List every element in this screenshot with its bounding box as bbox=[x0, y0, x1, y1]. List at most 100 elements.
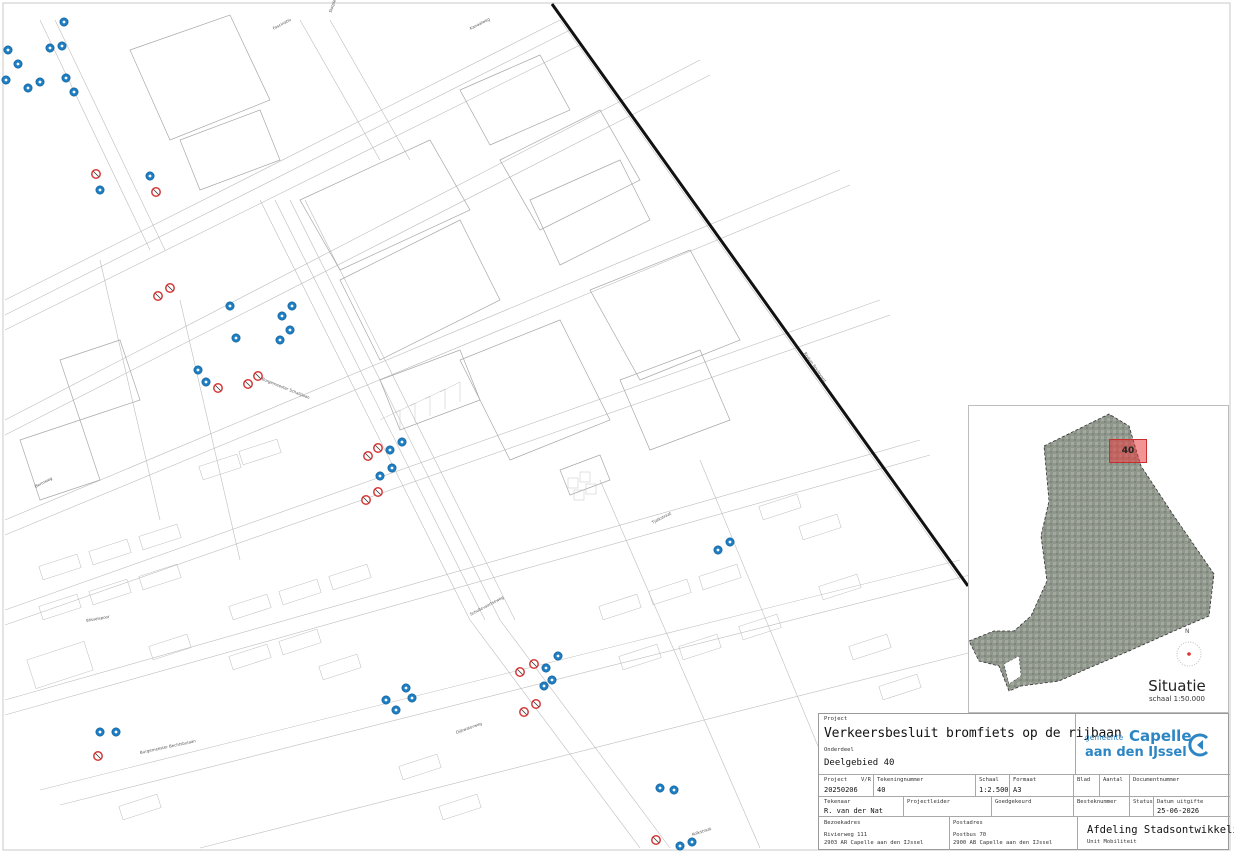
mandatory-sign-icon[interactable] bbox=[275, 335, 285, 345]
prohibition-sign-icon[interactable] bbox=[361, 495, 371, 505]
unit-name: Unit Mobiliteit bbox=[1087, 839, 1137, 845]
divider bbox=[819, 796, 1230, 797]
divider bbox=[903, 796, 904, 816]
divider bbox=[1099, 774, 1100, 796]
mandatory-sign-icon[interactable] bbox=[713, 545, 723, 555]
visit-address-line1: Rivierweg 111 bbox=[824, 832, 868, 838]
mandatory-sign-icon[interactable] bbox=[61, 73, 71, 83]
divider bbox=[873, 774, 874, 796]
prohibition-sign-icon[interactable] bbox=[213, 383, 223, 393]
mandatory-sign-icon[interactable] bbox=[539, 681, 549, 691]
mandatory-sign-icon[interactable] bbox=[407, 693, 417, 703]
mandatory-sign-icon[interactable] bbox=[547, 675, 557, 685]
situation-inset: 40 N Situatie schaal 1:50.000 bbox=[968, 405, 1229, 713]
divider bbox=[819, 816, 1230, 817]
specification-label: Besteknummer bbox=[1077, 799, 1117, 805]
mandatory-sign-icon[interactable] bbox=[23, 83, 33, 93]
prohibition-sign-icon[interactable] bbox=[373, 487, 383, 497]
mandatory-sign-icon[interactable] bbox=[1, 75, 11, 85]
mandatory-sign-icon[interactable] bbox=[95, 185, 105, 195]
title-block: Project Verkeersbesluit bromfiets op de … bbox=[818, 713, 1234, 850]
mandatory-sign-icon[interactable] bbox=[225, 301, 235, 311]
inset-scale: schaal 1:50.000 bbox=[1149, 695, 1205, 703]
mandatory-sign-icon[interactable] bbox=[193, 365, 203, 375]
inset-title: Situatie bbox=[1148, 677, 1206, 695]
mandatory-sign-icon[interactable] bbox=[13, 59, 23, 69]
project-no-label: Project bbox=[824, 777, 848, 783]
mandatory-sign-icon[interactable] bbox=[391, 705, 401, 715]
mandatory-sign-icon[interactable] bbox=[69, 87, 79, 97]
mandatory-sign-icon[interactable] bbox=[387, 463, 397, 473]
mandatory-sign-icon[interactable] bbox=[401, 683, 411, 693]
prohibition-sign-icon[interactable] bbox=[529, 659, 539, 669]
mandatory-sign-icon[interactable] bbox=[541, 663, 551, 673]
vnr-label: V/R bbox=[861, 777, 871, 783]
divider bbox=[819, 774, 1230, 775]
municipal-boundary bbox=[550, 3, 970, 587]
mandatory-sign-icon[interactable] bbox=[35, 77, 45, 87]
situation-map bbox=[969, 413, 1215, 692]
mandatory-sign-icon[interactable] bbox=[287, 301, 297, 311]
issue-date-label: Datum uitgifte bbox=[1157, 799, 1204, 805]
mandatory-sign-icon[interactable] bbox=[687, 837, 697, 847]
mandatory-sign-icon[interactable] bbox=[277, 311, 287, 321]
divider bbox=[1073, 774, 1074, 796]
drafter-value: R. van der Nat bbox=[824, 807, 884, 815]
mandatory-sign-icon[interactable] bbox=[397, 437, 407, 447]
project-subtitle: Deelgebied 40 bbox=[824, 758, 895, 768]
prohibition-sign-icon[interactable] bbox=[651, 835, 661, 845]
format-label: Formaat bbox=[1013, 777, 1037, 783]
map-sheet: Kanaalweg Rivium Boulevard Bermweg Fasci… bbox=[0, 0, 1234, 853]
divider bbox=[949, 816, 950, 850]
drafter-label: Tekenaar bbox=[824, 799, 851, 805]
mandatory-sign-icon[interactable] bbox=[725, 537, 735, 547]
mandatory-sign-icon[interactable] bbox=[375, 471, 385, 481]
mandatory-sign-icon[interactable] bbox=[385, 445, 395, 455]
visit-address-label: Bezoekadres bbox=[824, 820, 861, 826]
department-name: Afdeling Stadsontwikkeling bbox=[1087, 824, 1234, 836]
mandatory-sign-icon[interactable] bbox=[95, 727, 105, 737]
prohibition-sign-icon[interactable] bbox=[153, 291, 163, 301]
capelle-logo-icon bbox=[1188, 733, 1209, 757]
visit-address-line2: 2903 AR Capelle aan den IJssel bbox=[824, 840, 924, 846]
mandatory-sign-icon[interactable] bbox=[59, 17, 69, 27]
divider bbox=[1075, 714, 1076, 774]
mandatory-sign-icon[interactable] bbox=[231, 333, 241, 343]
mandatory-sign-icon[interactable] bbox=[381, 695, 391, 705]
logo-aan-den-ijssel: aan den IJssel bbox=[1085, 745, 1187, 760]
mandatory-sign-icon[interactable] bbox=[3, 45, 13, 55]
logo-capelle: Capelle bbox=[1129, 727, 1192, 745]
prohibition-sign-icon[interactable] bbox=[531, 699, 541, 709]
project-lead-label: Projectleider bbox=[907, 799, 951, 805]
mandatory-sign-icon[interactable] bbox=[45, 43, 55, 53]
subtitle-caption: Onderdeel bbox=[824, 747, 854, 753]
prohibition-sign-icon[interactable] bbox=[519, 707, 529, 717]
count-label: Aantal bbox=[1103, 777, 1123, 783]
drawing-no-value: 40 bbox=[877, 786, 886, 794]
residential-blocks bbox=[26, 438, 922, 821]
mandatory-sign-icon[interactable] bbox=[553, 651, 563, 661]
prohibition-sign-icon[interactable] bbox=[91, 169, 101, 179]
prohibition-sign-icon[interactable] bbox=[373, 443, 383, 453]
mandatory-sign-icon[interactable] bbox=[111, 727, 121, 737]
scale-value: 1:2.500 bbox=[979, 786, 1009, 794]
area-40-marker[interactable]: 40 bbox=[1109, 439, 1147, 463]
divider bbox=[1073, 796, 1074, 816]
mandatory-sign-icon[interactable] bbox=[669, 785, 679, 795]
mandatory-sign-icon[interactable] bbox=[285, 325, 295, 335]
prohibition-sign-icon[interactable] bbox=[243, 379, 253, 389]
prohibition-sign-icon[interactable] bbox=[151, 187, 161, 197]
mandatory-sign-icon[interactable] bbox=[145, 171, 155, 181]
prohibition-sign-icon[interactable] bbox=[515, 667, 525, 677]
mandatory-sign-icon[interactable] bbox=[655, 783, 665, 793]
north-label: N bbox=[1185, 628, 1190, 635]
prohibition-sign-icon[interactable] bbox=[93, 751, 103, 761]
postal-address-line1: Postbus 70 bbox=[953, 832, 987, 838]
mandatory-sign-icon[interactable] bbox=[675, 841, 685, 851]
prohibition-sign-icon[interactable] bbox=[165, 283, 175, 293]
mandatory-sign-icon[interactable] bbox=[57, 41, 67, 51]
mandatory-sign-icon[interactable] bbox=[201, 377, 211, 387]
divider bbox=[1129, 796, 1130, 816]
prohibition-sign-icon[interactable] bbox=[363, 451, 373, 461]
postal-address-line2: 2900 AB Capelle aan den IJssel bbox=[953, 840, 1053, 846]
